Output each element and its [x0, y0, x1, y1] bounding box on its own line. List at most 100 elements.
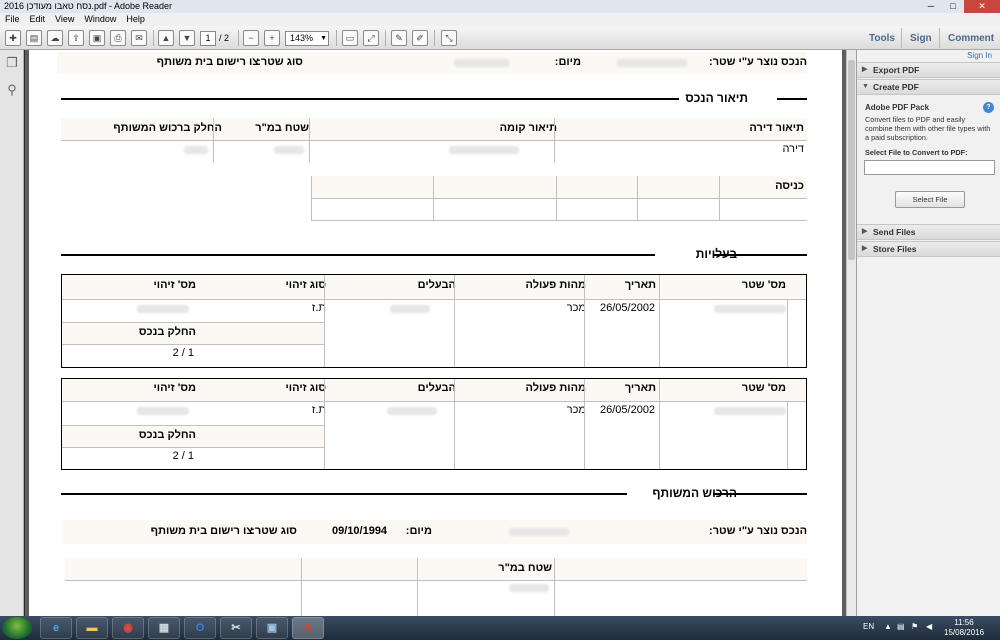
menu-help[interactable]: Help	[121, 13, 150, 26]
vertical-scrollbar[interactable]	[846, 50, 856, 616]
id-type-header: סוג זיהוי	[285, 279, 326, 291]
date-header: תאריך	[624, 279, 656, 291]
adobe-reader-icon[interactable]: A	[292, 617, 324, 639]
share-value: 1 / 2	[172, 450, 194, 462]
area-label: שטח במ"ר	[255, 122, 309, 134]
apartment-value: דירה	[782, 143, 804, 155]
network-icon[interactable]: ▤	[897, 622, 905, 631]
outlook-icon[interactable]: O	[184, 617, 216, 639]
id-number-header: מס' זיהוי	[153, 382, 196, 394]
ownership-record: מס' שטר תאריך מהות פעולה הבעלים סוג זיהו…	[61, 274, 807, 368]
menu-window[interactable]: Window	[79, 13, 121, 26]
common-deed-type-label: סוג שטר:	[251, 525, 297, 537]
transaction-date: 26/05/2002	[600, 302, 656, 314]
id-type-header: סוג זיהוי	[285, 382, 326, 394]
share-label: החלק בנכס	[138, 429, 196, 441]
attachments-icon[interactable]: ⚲	[5, 82, 19, 98]
highlight-icon[interactable]: ✐	[412, 30, 428, 46]
document-viewer[interactable]: הנכס נוצר ע"י שטר: מיום: סוג שטר: צו ריש…	[25, 50, 846, 616]
previous-page-icon[interactable]: ▲	[158, 30, 174, 46]
date-label: מיום:	[554, 56, 581, 68]
page-thumbnails-icon[interactable]: ❐	[5, 55, 19, 71]
share-label: החלק בנכס	[138, 326, 196, 338]
fit-width-icon[interactable]: ⤢	[363, 30, 379, 46]
help-icon[interactable]: ?	[983, 102, 994, 113]
select-file-button[interactable]: Select File	[895, 191, 965, 208]
create-pdf-section[interactable]: ▼ Create PDF	[857, 79, 1000, 95]
menu-view[interactable]: View	[50, 13, 79, 26]
page-total: / 2	[219, 33, 230, 43]
paint-icon[interactable]: ✂	[220, 617, 252, 639]
create-icon[interactable]: ✚	[5, 30, 21, 46]
email-icon[interactable]: ✉	[131, 30, 147, 46]
start-button[interactable]	[2, 617, 32, 639]
created-by-deed-label: הנכס נוצר ע"י שטר:	[709, 56, 807, 68]
close-button[interactable]: ✕	[964, 0, 1000, 13]
page-number-input[interactable]: 1	[200, 31, 216, 46]
sign-link[interactable]: Sign	[910, 30, 932, 48]
internet-explorer-icon[interactable]: e	[40, 617, 72, 639]
fit-page-icon[interactable]: ▭	[342, 30, 358, 46]
upload-icon[interactable]: ⇪	[68, 30, 84, 46]
zoom-select[interactable]: 143% ▼	[285, 31, 329, 46]
section-rule	[61, 98, 717, 100]
send-files-section[interactable]: ▶ Send Files	[857, 224, 1000, 240]
next-page-icon[interactable]: ▼	[179, 30, 195, 46]
common-date-label: מיום:	[405, 525, 432, 537]
scroll-thumb[interactable]	[848, 60, 855, 260]
pdf-pack-title: Adobe PDF Pack	[865, 103, 930, 112]
tray-arrow-icon[interactable]: ▲	[884, 622, 892, 631]
chrome-icon[interactable]: ◉	[112, 617, 144, 639]
taskbar: e ▬ ◉ ▦ O ✂ ▣ A EN ▲ ▤ ⚑ ◀ 11:56 15/08/2…	[0, 616, 1000, 640]
save-icon[interactable]: ▣	[89, 30, 105, 46]
deed-type-label: סוג שטר:	[257, 56, 303, 68]
owners-header: הבעלים	[417, 279, 456, 291]
pdf-page: הנכס נוצר ע"י שטר: מיום: סוג שטר: צו ריש…	[29, 50, 842, 616]
clock-time: 11:56	[954, 618, 974, 627]
pdf-pack-description: Convert files to PDF and easily combine …	[865, 115, 991, 142]
entrance-label: כניסה	[775, 180, 804, 192]
comment-icon[interactable]: ✎	[391, 30, 407, 46]
menu-edit[interactable]: Edit	[25, 13, 51, 26]
maximize-button[interactable]: □	[942, 0, 964, 13]
ownership-record: מס' שטר תאריך מהות פעולה הבעלים סוג זיהו…	[61, 378, 807, 470]
common-area-label: שטח במ"ר	[498, 562, 552, 574]
volume-icon[interactable]: ◀	[926, 622, 932, 631]
share-common-label: החלק ברכוש המשותף	[113, 122, 222, 134]
remote-desktop-icon[interactable]: ▣	[256, 617, 288, 639]
window-title: נסח טאבו מעודכן 2016.pdf - Adobe Reader	[4, 1, 173, 11]
file-explorer-icon[interactable]: ▬	[76, 617, 108, 639]
language-indicator[interactable]: EN	[863, 622, 874, 631]
deed-type-value: צו רישום בית משותף	[156, 56, 259, 68]
deed-number-header: מס' שטר	[741, 279, 786, 291]
menu-file[interactable]: File	[0, 13, 25, 26]
cloud-icon[interactable]: ☁	[47, 30, 63, 46]
apartment-label: תיאור דירה	[749, 122, 804, 134]
action-header: מהות פעולה	[525, 382, 586, 394]
system-clock[interactable]: 11:56 15/08/2016	[944, 618, 984, 638]
calculator-icon[interactable]: ▦	[148, 617, 180, 639]
window-title-bar: נסח טאבו מעודכן 2016.pdf - Adobe Reader	[0, 0, 1000, 13]
comment-link[interactable]: Comment	[948, 30, 994, 48]
minimize-button[interactable]: ─	[920, 0, 942, 13]
sign-in-link[interactable]: Sign In	[967, 51, 992, 60]
toolbar: ✚ ▤ ☁ ⇪ ▣ ⎙ ✉ ▲ ▼ 1 / 2 − + 143% ▼ ▭ ⤢ ✎ …	[0, 26, 1000, 50]
zoom-out-icon[interactable]: −	[243, 30, 259, 46]
open-icon[interactable]: ▤	[26, 30, 42, 46]
expand-triangle-icon: ▶	[862, 245, 868, 252]
flag-icon[interactable]: ⚑	[911, 622, 918, 631]
chevron-down-icon: ▼	[320, 35, 327, 42]
store-files-section[interactable]: ▶ Store Files	[857, 241, 1000, 257]
zoom-in-icon[interactable]: +	[264, 30, 280, 46]
tools-link[interactable]: Tools	[869, 30, 895, 48]
expand-icon[interactable]: ⤡	[441, 30, 457, 46]
share-value: 1 / 2	[172, 347, 194, 359]
export-pdf-section[interactable]: ▶ Export PDF	[857, 62, 1000, 78]
tools-panel: Sign In ▶ Export PDF ▼ Create PDF Adobe PD…	[856, 50, 1000, 616]
owners-header: הבעלים	[417, 382, 456, 394]
select-file-label: Select File to Convert to PDF:	[865, 148, 968, 157]
common-deed-type-value: צו רישום בית משותף	[150, 525, 253, 537]
navigation-panel: ❐ ⚲	[0, 50, 24, 616]
file-path-input[interactable]	[864, 160, 995, 175]
print-icon[interactable]: ⎙	[110, 30, 126, 46]
